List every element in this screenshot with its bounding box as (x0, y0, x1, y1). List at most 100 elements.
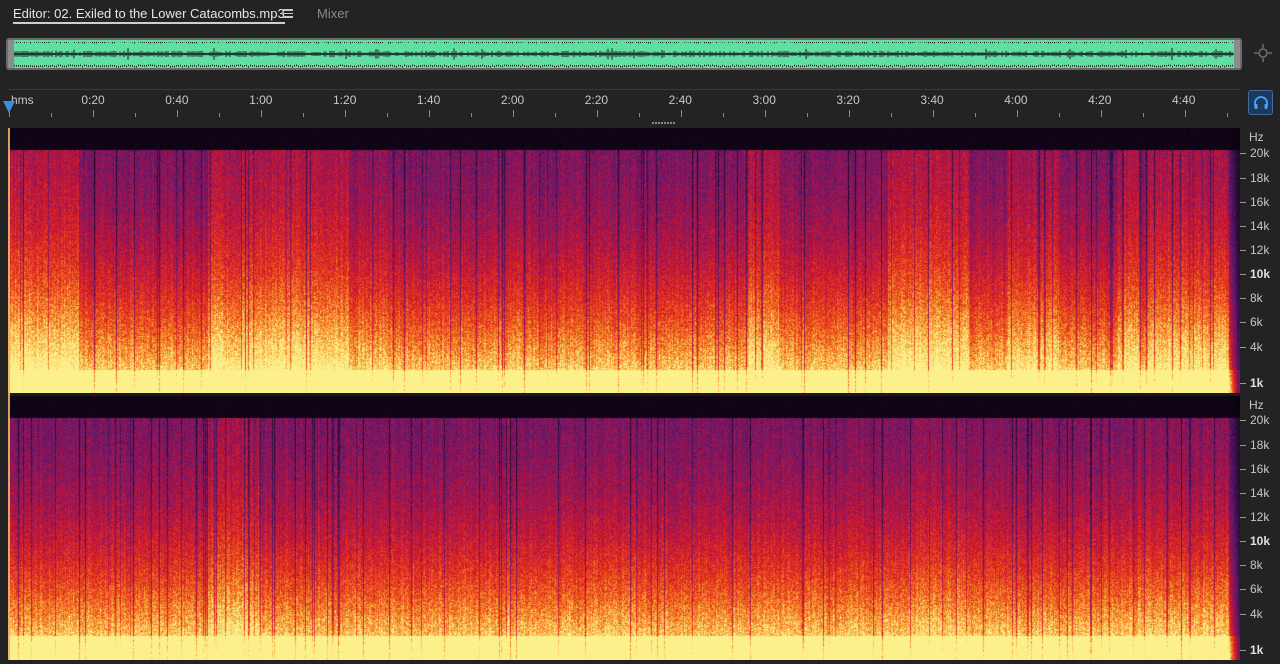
headphone-monitor-icon[interactable] (1248, 90, 1273, 115)
hz-tick-label: 14k (1250, 219, 1270, 233)
hz-tick-label: 20k (1250, 146, 1270, 160)
hz-tick (1240, 541, 1246, 542)
hz-tick-label: 12k (1250, 243, 1270, 257)
ruler-time-label: 3:20 (836, 93, 860, 107)
hz-tick (1240, 445, 1246, 446)
ruler-tick (1185, 110, 1186, 117)
ruler-time-label: 3:40 (920, 93, 944, 107)
hz-tick-label: 10k (1250, 267, 1271, 281)
ruler-time-label: 4:00 (1004, 93, 1028, 107)
hz-tick (1240, 589, 1246, 590)
ruler-tick (681, 110, 682, 117)
hz-tick-label: 8k (1250, 291, 1263, 305)
ruler-tick (135, 113, 136, 117)
spectrogram-right-canvas (8, 396, 1240, 660)
ruler-time-label: 1:20 (333, 93, 357, 107)
ruler-tick (219, 113, 220, 117)
spectrogram-channel-right[interactable] (8, 396, 1240, 660)
ruler-tick (933, 110, 934, 117)
hz-tick-label: 1k (1250, 376, 1264, 390)
hz-tick-label: 20k (1250, 413, 1270, 427)
ruler-tick (177, 110, 178, 117)
ruler-tick (849, 110, 850, 117)
ruler-time-label: 1:40 (416, 93, 441, 107)
hz-tick-label: 12k (1250, 510, 1270, 524)
overview-waveform-graphic (8, 42, 1240, 68)
hz-tick (1240, 420, 1246, 421)
hz-tick (1240, 383, 1246, 384)
spectrogram-left-canvas (8, 128, 1240, 394)
overview-left-handle[interactable] (8, 40, 14, 68)
hz-tick-label: 6k (1250, 582, 1263, 596)
hz-tick (1240, 226, 1246, 227)
ruler-time-label: 4:40 (1172, 93, 1196, 107)
ruler-time-label: 2:00 (500, 93, 525, 107)
ruler-tick (765, 110, 766, 117)
ruler-tick (51, 113, 52, 117)
ruler-tick (639, 113, 640, 117)
ruler-time-label: 0:20 (81, 93, 105, 107)
ruler-tick (1143, 113, 1144, 117)
timeline-ruler[interactable]: hms 0:20 0:40 1:00 1:20 1:40 2:00 2:20 2:40 3:00… (8, 89, 1240, 117)
ruler-tick (1059, 113, 1060, 117)
ruler-time-label: 2:40 (668, 93, 692, 107)
ruler-tick (513, 110, 514, 117)
hz-tick-label: 14k (1250, 486, 1270, 500)
hz-tick (1240, 153, 1246, 154)
ruler-time-label: 1:00 (249, 93, 273, 107)
hz-unit-label: Hz (1249, 130, 1264, 144)
ruler-time-label: 3:00 (752, 93, 776, 107)
ruler-tick (807, 113, 808, 117)
ruler-tick (555, 113, 556, 117)
hz-tick-label: 10k (1250, 534, 1271, 548)
ruler-tick (723, 113, 724, 117)
hz-tick (1240, 614, 1246, 615)
hamburger-menu-icon[interactable] (282, 7, 294, 21)
ruler-tick (93, 110, 94, 117)
tab-mixer[interactable]: Mixer (317, 6, 349, 24)
hz-tick-label: 18k (1250, 438, 1270, 452)
hz-tick-label: 18k (1250, 171, 1270, 185)
overview-right-handle[interactable] (1234, 40, 1240, 68)
hz-tick (1240, 469, 1246, 470)
hz-tick (1240, 178, 1246, 179)
hz-tick (1240, 322, 1246, 323)
hz-tick-label: 4k (1250, 607, 1263, 621)
panel-resize-grip[interactable] (652, 120, 678, 126)
hz-tick-label: 1k (1250, 643, 1264, 657)
hz-tick-label: 4k (1250, 340, 1263, 354)
ruler-tick (891, 113, 892, 117)
hz-tick (1240, 274, 1246, 275)
playhead-marker[interactable] (3, 101, 15, 113)
ruler-tick (345, 110, 346, 117)
hz-tick (1240, 347, 1246, 348)
hz-tick-label: 16k (1250, 462, 1270, 476)
frequency-scale-right: Hz 20k 18k 16k 14k 12k 10k 8k 6k 4k 1k (1240, 396, 1280, 660)
ruler-time-label: 4:20 (1088, 93, 1112, 107)
hz-unit-label: Hz (1249, 398, 1264, 412)
hz-tick-label: 6k (1250, 315, 1263, 329)
time-cursor-line (8, 128, 10, 660)
overview-waveform[interactable] (6, 38, 1242, 70)
hz-tick (1240, 493, 1246, 494)
ruler-tick (471, 113, 472, 117)
ruler-tick (303, 113, 304, 117)
hz-tick-label: 16k (1250, 195, 1270, 209)
zoom-navigator-icon[interactable] (1253, 43, 1273, 63)
ruler-time-label: 2:20 (584, 93, 609, 107)
hz-tick (1240, 250, 1246, 251)
hz-tick (1240, 565, 1246, 566)
hz-tick (1240, 650, 1246, 651)
ruler-tick (597, 110, 598, 117)
ruler-tick (1227, 113, 1228, 117)
hz-tick-label: 8k (1250, 558, 1263, 572)
ruler-tick (975, 113, 976, 117)
ruler-tick (1101, 110, 1102, 117)
hz-tick (1240, 298, 1246, 299)
spectrogram-channel-left[interactable] (8, 128, 1240, 394)
ruler-time-label: 0:40 (165, 93, 189, 107)
tab-editor[interactable]: Editor: 02. Exiled to the Lower Catacomb… (13, 6, 285, 24)
ruler-tick (1017, 110, 1018, 117)
ruler-tick (387, 113, 388, 117)
hz-tick (1240, 517, 1246, 518)
